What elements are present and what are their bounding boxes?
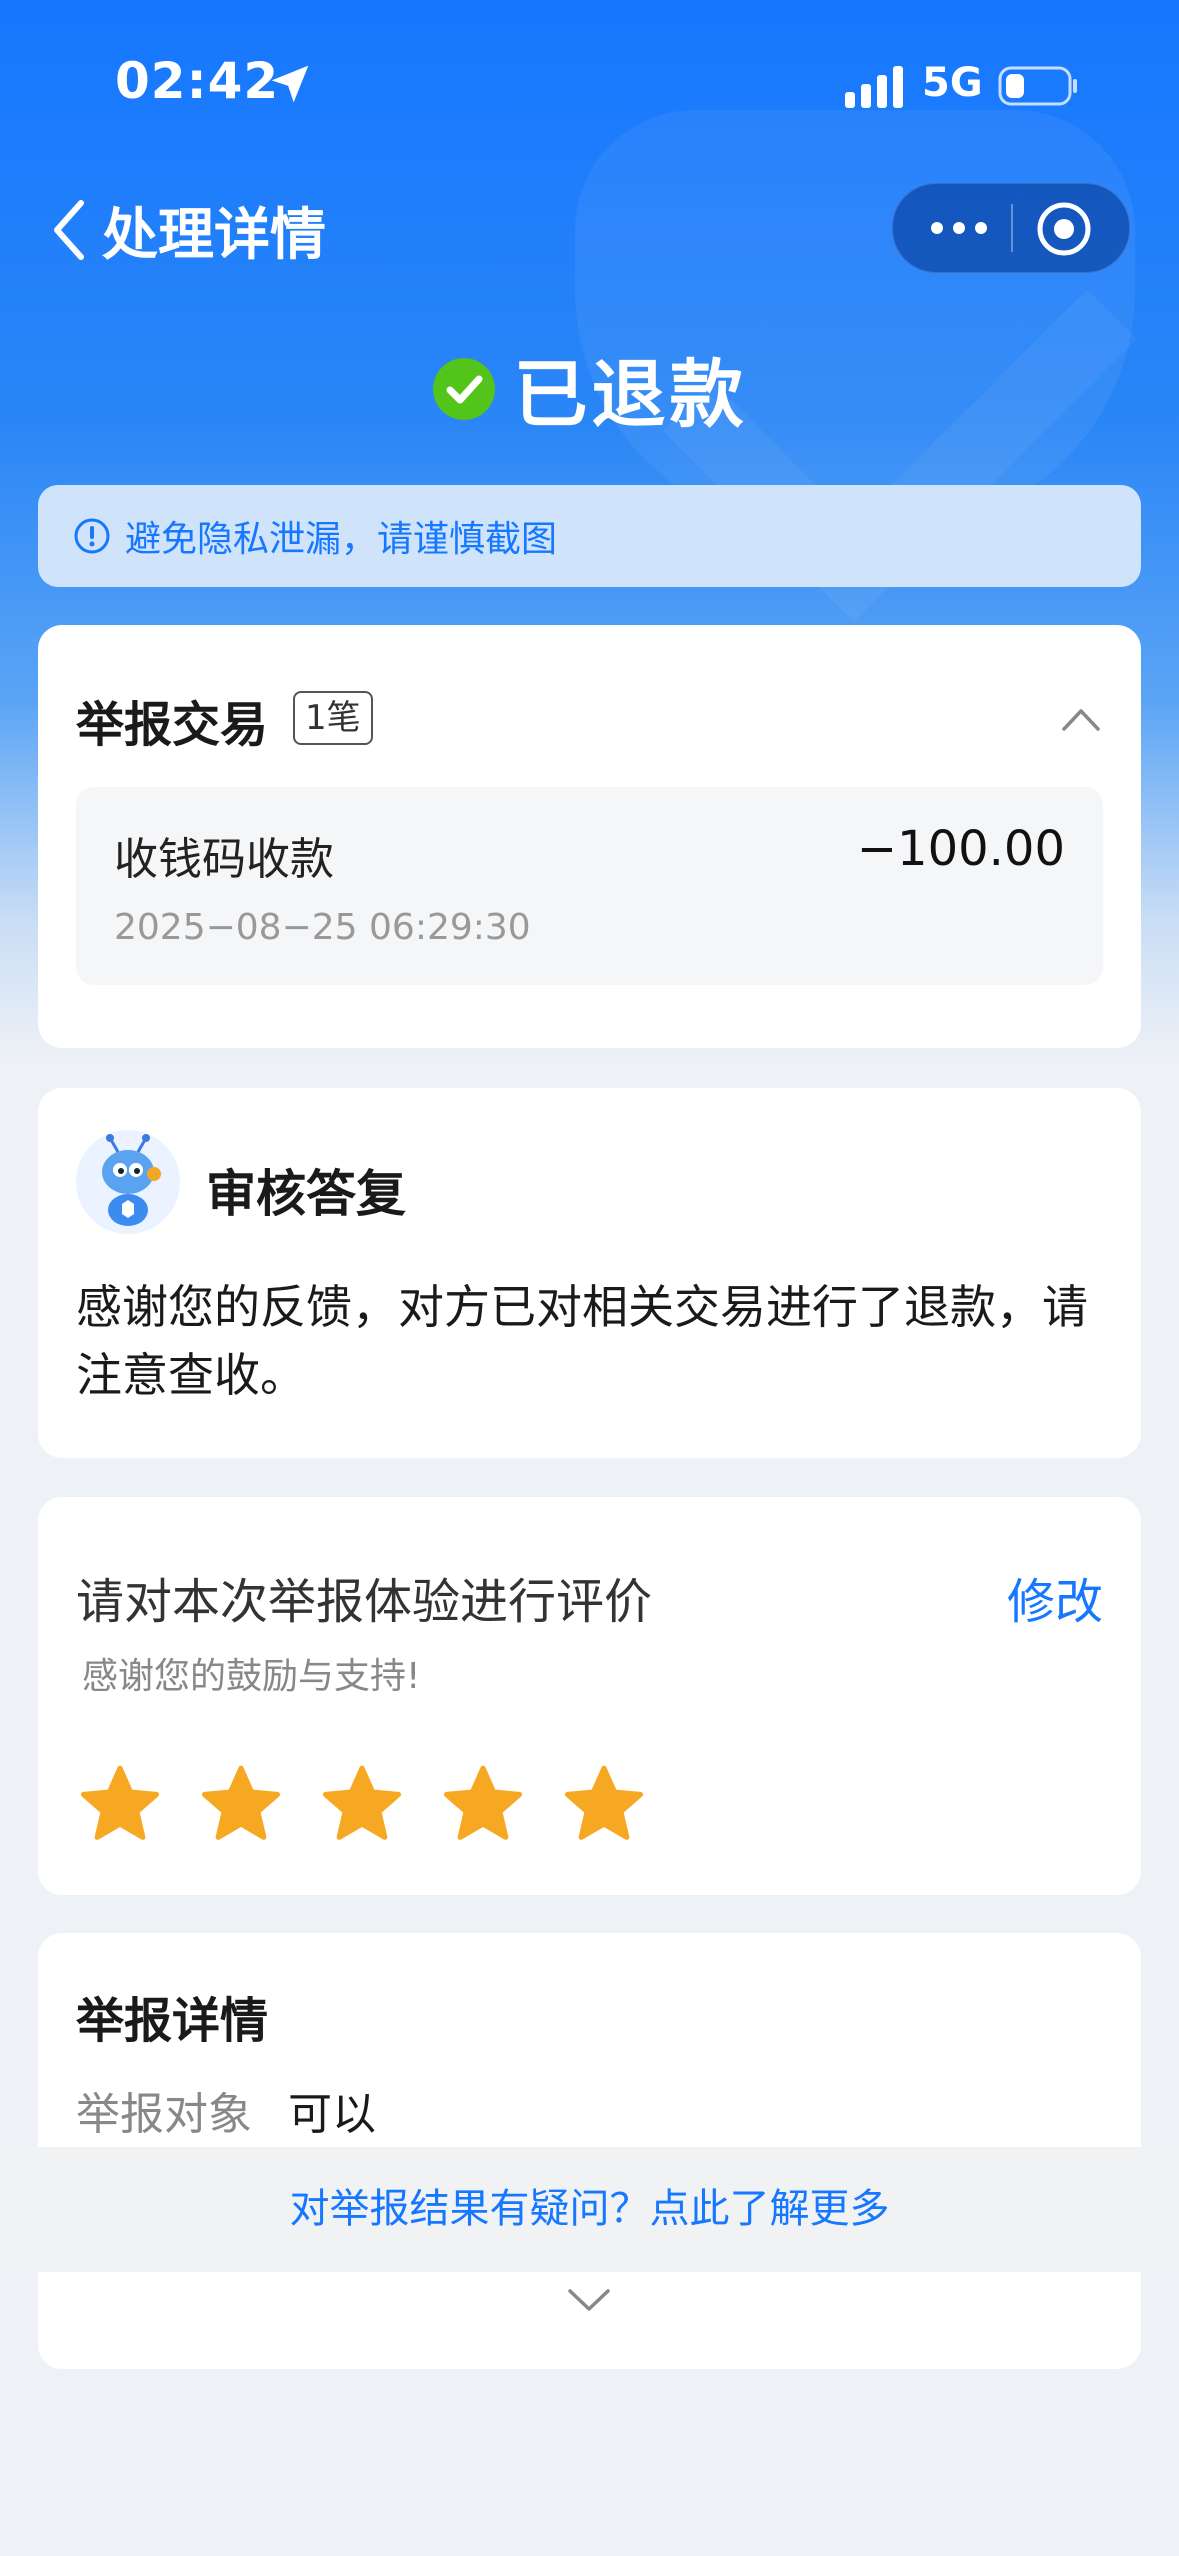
rating-title: 请对本次举报体验进行评价 [76,1574,653,1630]
more-options-icon[interactable] [929,204,989,252]
section-title: 举报交易 [76,697,269,753]
capsule-divider [1011,204,1013,252]
star-icon[interactable] [320,1762,404,1846]
help-link[interactable]: 对举报结果有疑问？点此了解更多 [0,2147,1179,2272]
detail-label: 举报对象 [76,2089,252,2140]
miniprogram-capsule [892,183,1130,273]
chevron-up-icon[interactable] [1060,703,1102,733]
network-type: 5G [922,60,983,106]
count-badge: 1笔 [293,691,373,745]
review-reply-card: 审核答复 感谢您的反馈，对方已对相关交易进行了退款，请注意查收。 [38,1088,1141,1458]
reply-title: 审核答复 [206,1165,406,1223]
edit-rating-button[interactable]: 修改 [1007,1562,1103,1632]
rating-subtitle: 感谢您的鼓励与支持! [82,1656,421,1697]
cellular-signal-icon [845,66,903,108]
status-text: 已退款 [513,352,748,438]
star-icon[interactable] [562,1762,646,1846]
star-icon[interactable] [78,1762,162,1846]
info-icon [74,518,110,554]
notice-text: 避免隐私泄漏，请谨慎截图 [125,519,558,560]
status-time: 02:42 [115,52,280,110]
battery-icon [998,66,1077,106]
success-check-icon [432,357,495,420]
star-icon[interactable] [199,1762,283,1846]
star-rating[interactable] [78,1762,646,1846]
rating-card: 请对本次举报体验进行评价 修改 感谢您的鼓励与支持! [38,1497,1141,1895]
reply-body: 感谢您的反馈，对方已对相关交易进行了退款，请注意查收。 [76,1280,1088,1402]
privacy-notice: 避免隐私泄漏，请谨慎截图 [38,485,1141,587]
close-miniprogram-icon[interactable] [1035,200,1093,258]
ant-mascot-icon [76,1130,180,1234]
report-transaction-card: 举报交易 1笔 收钱码收款 −100.00 2025−08−25 06:29:3… [38,625,1141,1048]
detail-value: 可以 [288,2089,376,2140]
back-chevron-icon[interactable] [45,195,95,265]
transaction-item[interactable]: 收钱码收款 −100.00 2025−08−25 06:29:30 [76,787,1103,985]
transaction-amount: −100.00 [856,821,1065,877]
details-title: 举报详情 [76,1993,269,2049]
chevron-down-icon[interactable] [566,2285,612,2315]
star-icon[interactable] [441,1762,525,1846]
transaction-name: 收钱码收款 [114,834,334,885]
avatar [76,1130,180,1234]
page-title: 处理详情 [102,203,326,268]
location-arrow-icon [271,65,309,103]
transaction-datetime: 2025−08−25 06:29:30 [114,907,531,948]
status-bar: 02:42 5G [0,0,1179,170]
refund-status-header: 已退款 [0,335,1179,438]
